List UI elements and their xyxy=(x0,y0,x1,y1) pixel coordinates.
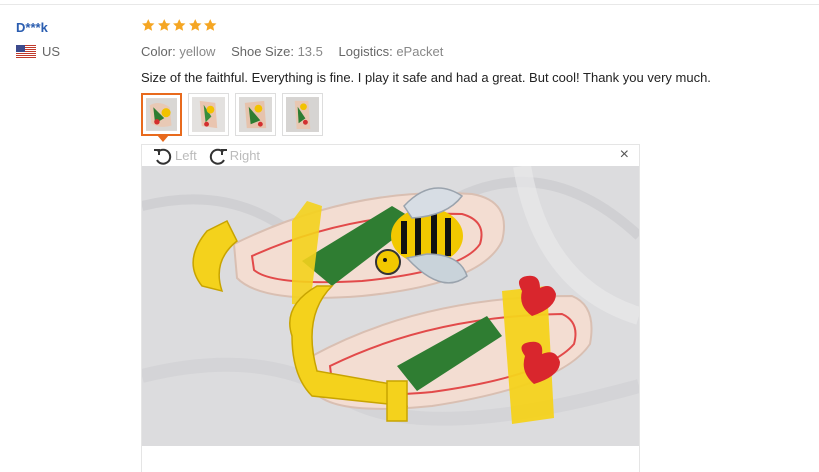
divider xyxy=(0,4,819,5)
attr-logistics: Logistics: ePacket xyxy=(338,44,444,59)
active-thumbnail-caret xyxy=(157,135,169,142)
thumbnail-4[interactable] xyxy=(282,93,323,136)
thumbnail-image xyxy=(286,97,319,132)
rotate-left-button[interactable]: Left xyxy=(152,147,197,165)
us-flag-icon xyxy=(16,45,36,58)
thumbnail-image xyxy=(192,97,225,132)
rotate-left-icon xyxy=(154,148,172,165)
star-icon xyxy=(188,19,201,31)
thumbnail-2[interactable] xyxy=(188,93,229,136)
star-rating xyxy=(141,18,811,36)
viewer-toolbar: Left Right × xyxy=(142,145,639,166)
photo-thumbnails xyxy=(141,93,323,142)
country-code: US xyxy=(42,44,61,59)
review-body: Color: yellow Shoe Size: 13.5 Logistics:… xyxy=(141,18,811,86)
review-photo xyxy=(142,166,639,446)
thumbnail-image xyxy=(146,98,177,131)
review-text: Size of the faithful. Everything is fine… xyxy=(141,70,711,85)
reviewer-country: US xyxy=(16,44,126,59)
star-icon xyxy=(157,19,170,31)
rotate-right-label: Right xyxy=(229,148,261,163)
photo-viewer: Left Right × xyxy=(141,144,640,472)
thumbnail-1[interactable] xyxy=(141,93,182,142)
order-attributes: Color: yellow Shoe Size: 13.5 Logistics:… xyxy=(141,44,811,60)
rotate-left-label: Left xyxy=(175,148,197,163)
rotate-right-icon xyxy=(209,148,227,165)
close-viewer-button[interactable]: × xyxy=(620,147,629,163)
star-icon xyxy=(142,19,155,31)
reviewer-info: D***k US xyxy=(16,20,126,59)
star-icon xyxy=(173,19,186,31)
rotate-right-button[interactable]: Right xyxy=(207,147,260,165)
thumbnail-image xyxy=(239,97,272,132)
attr-shoe-size: Shoe Size: 13.5 xyxy=(231,44,323,59)
thumbnail-3[interactable] xyxy=(235,93,276,136)
reviewer-name: D***k xyxy=(16,20,48,35)
star-icon xyxy=(204,19,217,31)
attr-color: Color: yellow xyxy=(141,44,216,59)
